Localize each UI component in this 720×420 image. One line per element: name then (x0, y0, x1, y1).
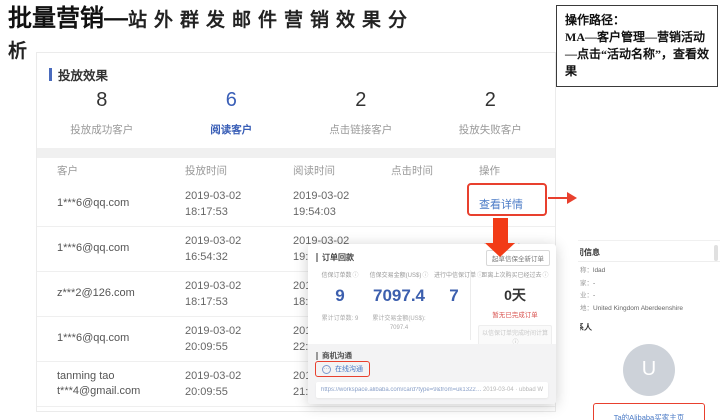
communication-header: 商机沟通 (316, 350, 352, 361)
scrollbar-thumb[interactable] (714, 245, 718, 261)
stat-ta-order-count: 信保订单数ⓘ 9 累计订单数: 9 (321, 273, 359, 322)
stat-ta-amount: 信保交易金额(US$)ⓘ 7097.4 累计交易金额(US$): 7097.4 (369, 273, 429, 331)
company-info-header: 公司信息 (580, 248, 600, 257)
contact-header: 联系人 (580, 322, 592, 332)
company-field: 行业：- (580, 292, 596, 300)
communication-section: 商机沟通 ··· 在线沟通 https://workspace.alibaba.… (308, 344, 556, 404)
url-meta: 2019-03-04 · ubbad W (482, 387, 543, 393)
no-completed-order-warning: 暂无已完成订单 (492, 312, 538, 319)
instruction-body: MA—客户管理—营销活动—点击“活动名称”，查看效果 (565, 30, 710, 79)
company-field: 公司名称：ldad (580, 267, 606, 274)
red-annotation-line (548, 197, 568, 199)
red-arrow-down-icon (493, 218, 508, 243)
avatar: U (623, 343, 675, 396)
info-icon[interactable]: ⓘ (543, 273, 549, 279)
buyer-info-panel: 公司信息 公司名称：ldad 国家：- 行业：- 所在地：United King… (578, 240, 720, 420)
popup-stats: 信保订单数ⓘ 9 累计订单数: 9 信保交易金额(US$)ⓘ 7097.4 累计… (316, 270, 484, 333)
stat-ta-ongoing: 进行中信保订单ⓘ 7 (434, 273, 484, 305)
vertical-divider (470, 270, 471, 340)
section-accent-bar (316, 253, 318, 262)
col-delivered-time: 投放时间 (185, 164, 227, 177)
effect-stats-row: 8 投放成功客户 6 阅读客户 2 点击链接客户 2 投放失败客户 (37, 89, 555, 137)
last-purchase-panel: 距离上次购买已经过去ⓘ 0天 暂无已完成订单 以信保订单完成时间计算ⓘ (478, 270, 552, 349)
col-customer: 客户 (57, 164, 78, 177)
popup-section-header: 订单回款 (316, 252, 354, 263)
highlight-box-view-details (467, 183, 547, 216)
stat-read-customers[interactable]: 6 阅读客户 (167, 89, 297, 137)
col-action: 操作 (479, 164, 500, 177)
order-summary-popup: 订单回款 起草信保全新订单 信保订单数ⓘ 9 累计订单数: 9 信保交易金额(U… (308, 244, 556, 404)
section-accent-bar (49, 68, 52, 81)
highlight-box-buyer-home: Ta的Alibaba买家主页 (593, 402, 705, 420)
col-read-time: 阅读时间 (293, 164, 335, 177)
red-arrow-down-head (485, 243, 515, 257)
divider-strip (37, 148, 555, 158)
page-title-prefix: 批量营销— (8, 5, 128, 32)
company-field: 国家：- (580, 279, 596, 287)
instruction-heading: 操作路径： (565, 13, 626, 27)
divider (578, 261, 720, 262)
stat-delivered-failed[interactable]: 2 投放失败客户 (426, 89, 556, 137)
instruction-box: 操作路径： MA—客户管理—营销活动—点击“活动名称”，查看效果 (556, 5, 718, 88)
company-field: 所在地：United Kingdom Aberdeenshire (580, 305, 683, 313)
table-header: 客户 投放时间 阅读时间 点击时间 操作 (37, 158, 555, 182)
buyer-home-link[interactable]: Ta的Alibaba买家主页 (614, 413, 684, 420)
info-icon[interactable]: ⓘ (353, 273, 359, 279)
col-click-time: 点击时间 (391, 164, 433, 177)
effect-section-title: 投放效果 (58, 69, 109, 83)
workspace-url-bar[interactable]: https://workspace.alibaba.com/card?type=… (316, 382, 548, 398)
stat-delivered-success[interactable]: 8 投放成功客户 (37, 89, 167, 137)
online-chat-button[interactable]: ··· 在线沟通 (315, 361, 370, 377)
days-since-purchase: 0天 (504, 287, 526, 303)
section-accent-bar (316, 351, 318, 360)
chat-icon: ··· (322, 364, 331, 374)
red-arrow-right-icon (567, 192, 577, 204)
info-icon[interactable]: ⓘ (422, 273, 428, 279)
workspace-url[interactable]: https://workspace.alibaba.com/card?type=… (321, 387, 481, 393)
effect-section-header: 投放效果 (49, 65, 108, 84)
stat-clicked-link[interactable]: 2 点击链接客户 (296, 89, 426, 137)
